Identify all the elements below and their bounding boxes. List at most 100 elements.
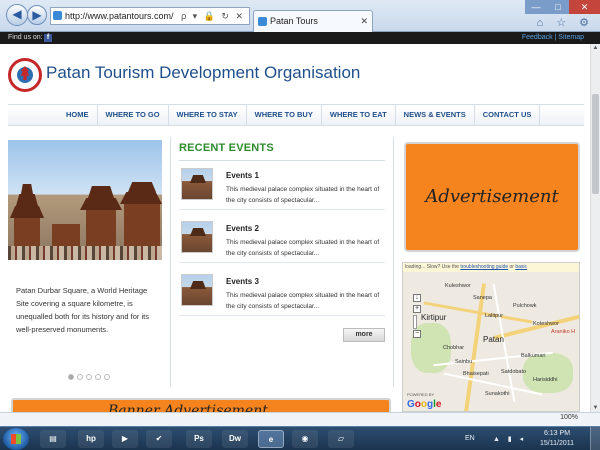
temple-roof-shape	[16, 194, 38, 206]
temple-shape	[86, 210, 116, 246]
map-city-label: Kirtipur	[421, 313, 447, 322]
event-title[interactable]: Events 1	[226, 171, 259, 180]
event-title[interactable]: Events 2	[226, 224, 259, 233]
nav-where-to-stay[interactable]: WHERE TO STAY	[169, 105, 247, 125]
address-url: http://www.patantours.com/	[65, 11, 174, 21]
temple-shape	[52, 224, 80, 246]
start-button[interactable]	[3, 428, 29, 450]
troubleshooting-link[interactable]: troubleshooting guide	[460, 264, 508, 270]
tab-close-icon[interactable]: ✕	[360, 11, 368, 31]
map-zoom-slider[interactable]	[413, 315, 417, 329]
clock-time: 6:13 PM	[543, 430, 571, 437]
hero-caption: Patan Durbar Square, a World Heritage Si…	[16, 286, 149, 334]
scroll-down-arrow-icon[interactable]: ▼	[591, 404, 600, 412]
windows-taskbar: ▤ hp ▶ ✔ Ps Dw e ◉ ▱ EN ▲ ▮ ◂ 6:13 PM 15…	[0, 426, 600, 450]
hero-image-durbar-square[interactable]	[8, 140, 162, 260]
folder-icon[interactable]: ▤	[40, 430, 66, 448]
site-favicon-icon	[53, 11, 62, 20]
zoom-level[interactable]: 100%	[560, 414, 578, 421]
media-player-icon[interactable]: ▶	[112, 430, 138, 448]
show-desktop-button[interactable]	[590, 427, 600, 450]
event-item[interactable]: Events 3 This medieval palace complex si…	[179, 268, 385, 316]
map-loading-note: loading... Slow? Use the troubleshooting…	[403, 263, 579, 272]
forward-button[interactable]: ▶	[27, 5, 47, 25]
home-favorites-tools-icons[interactable]: ⌂ ☆ ⚙	[537, 16, 594, 29]
nav-home[interactable]: HOME	[8, 105, 98, 125]
minimize-button[interactable]: —	[525, 0, 547, 14]
map-city-label: Patan	[483, 335, 504, 344]
slider-dot[interactable]	[77, 374, 83, 380]
address-bar[interactable]: http://www.patantours.com/ ρ ▾ 🔒 ↻ ✕	[50, 7, 250, 25]
slider-dot[interactable]	[68, 374, 74, 380]
nav-news-events[interactable]: NEWS & EVENTS	[396, 105, 475, 125]
organisation-logo[interactable]	[8, 58, 42, 92]
temple-shape	[14, 218, 40, 246]
feedback-sitemap-links[interactable]: Feedback | Sitemap	[522, 32, 584, 44]
facebook-icon[interactable]: f	[44, 34, 52, 42]
google-logo-letter: e	[435, 399, 442, 410]
slider-dot[interactable]	[95, 374, 101, 380]
photoshop-icon[interactable]: Ps	[186, 430, 212, 448]
map-label: Sunakothi	[485, 391, 510, 397]
windows-logo-icon	[11, 434, 21, 444]
notes-icon[interactable]: ▱	[328, 430, 354, 448]
map-label: Harisiddhi	[533, 377, 558, 383]
column-divider	[393, 137, 394, 387]
event-thumbnail[interactable]	[181, 221, 213, 253]
internet-explorer-icon[interactable]: e	[258, 430, 284, 448]
map-pan-control[interactable]: ↓	[413, 294, 421, 302]
tasks-icon[interactable]: ✔	[146, 430, 172, 448]
advertisement-text: Advertisement	[425, 186, 559, 207]
tab-patan-tours[interactable]: Patan Tours ✕	[253, 10, 373, 32]
scroll-thumb[interactable]	[592, 94, 599, 194]
slider-dot[interactable]	[86, 374, 92, 380]
nav-where-to-eat[interactable]: WHERE TO EAT	[322, 105, 396, 125]
back-button[interactable]: ◀	[6, 4, 28, 26]
slider-dot[interactable]	[104, 374, 110, 380]
firefox-icon[interactable]: ◉	[292, 430, 318, 448]
map-label: Bhaisepati	[463, 371, 489, 377]
basic-link[interactable]: basic	[515, 264, 527, 270]
slider-dots	[68, 374, 110, 380]
back-arrow-icon: ◀	[12, 7, 22, 21]
nav-where-to-go[interactable]: WHERE TO GO	[98, 105, 169, 125]
temple-roof-shape	[120, 192, 162, 204]
map-road-label: Araniko H	[551, 329, 576, 335]
recent-events-heading: RECENT EVENTS	[179, 142, 274, 154]
column-divider	[170, 137, 171, 387]
main-navigation: HOME WHERE TO GO WHERE TO STAY WHERE TO …	[8, 104, 584, 126]
event-thumbnail[interactable]	[181, 274, 213, 306]
google-map[interactable]: loading... Slow? Use the troubleshooting…	[402, 262, 580, 412]
google-logo-letter: G	[407, 399, 415, 410]
more-events-button[interactable]: more	[343, 328, 385, 342]
nav-contact-us[interactable]: CONTACT US	[475, 105, 541, 125]
event-item[interactable]: Events 1 This medieval palace complex si…	[179, 162, 385, 210]
tab-favicon-icon	[258, 17, 267, 26]
browser-status-bar: 100%	[0, 412, 600, 426]
map-zoom-out-button[interactable]: −	[413, 330, 421, 338]
map-label: Sanepa	[473, 295, 492, 301]
temple-roof-shape	[128, 182, 156, 192]
google-logo[interactable]: Google	[407, 399, 441, 410]
clock[interactable]: 6:13 PM 15/11/2011	[540, 429, 574, 449]
dreamweaver-icon[interactable]: Dw	[222, 430, 248, 448]
event-title[interactable]: Events 3	[226, 277, 259, 286]
powered-by-label: POWERED BY	[407, 392, 435, 397]
close-window-button[interactable]: ✕	[569, 0, 600, 14]
system-tray-icons[interactable]: ▲ ▮ ◂	[493, 435, 526, 443]
event-thumbnail[interactable]	[181, 168, 213, 200]
address-tools-icons[interactable]: ρ ▾ 🔒 ↻ ✕	[181, 8, 245, 24]
map-label: Chobhar	[443, 345, 465, 351]
page-scrollbar[interactable]: ▲ ▼	[590, 44, 600, 412]
event-item[interactable]: Events 2 This medieval palace complex si…	[179, 215, 385, 263]
language-indicator[interactable]: EN	[465, 435, 475, 442]
forward-arrow-icon: ▶	[32, 8, 42, 22]
nav-where-to-buy[interactable]: WHERE TO BUY	[247, 105, 322, 125]
hp-icon[interactable]: hp	[78, 430, 104, 448]
event-description: This medieval palace complex situated in…	[226, 186, 380, 204]
map-zoom-in-button[interactable]: +	[413, 305, 421, 313]
advertisement-box[interactable]: Advertisement	[404, 142, 580, 252]
maximize-button[interactable]: □	[547, 0, 569, 14]
scroll-up-arrow-icon[interactable]: ▲	[591, 44, 600, 52]
map-label: Kuleshwor	[445, 283, 471, 289]
